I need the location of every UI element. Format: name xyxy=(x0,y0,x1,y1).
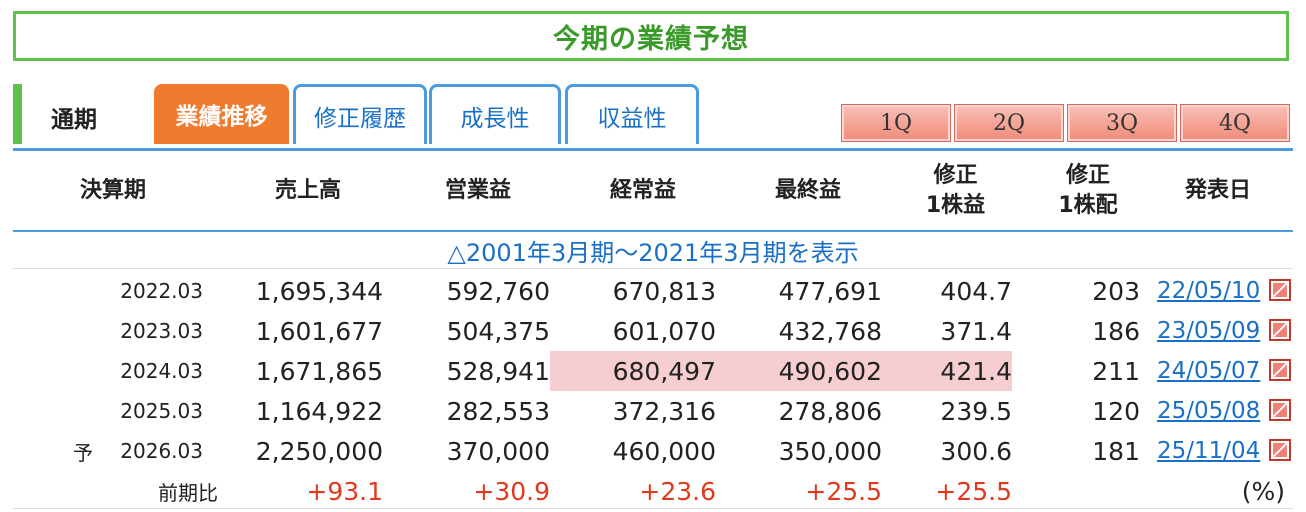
quarter-button-1q[interactable]: 1Q xyxy=(841,104,951,142)
cell-yoy-label: 前期比 xyxy=(158,480,218,505)
pdf-icon[interactable] xyxy=(1269,279,1291,301)
cell-net: 432,768 xyxy=(778,316,882,346)
cell-eps: 300.6 xyxy=(940,436,1012,466)
tab-revision-history[interactable]: 修正履歴 xyxy=(293,84,427,144)
cell-eps: 239.5 xyxy=(940,396,1012,426)
tab-performance-trend[interactable]: 業績推移 xyxy=(154,84,289,144)
table-row-yoy: 前期比 +93.1 +30.9 +23.6 +25.5 +25.5 (%) xyxy=(13,471,1293,511)
tab-growth[interactable]: 成長性 xyxy=(429,84,561,144)
cell-sales: 1,671,865 xyxy=(255,356,383,386)
cell-yoy-net: +25.5 xyxy=(805,476,882,506)
cell-ordinary: 372,316 xyxy=(612,396,716,426)
header-sales: 売上高 xyxy=(274,178,341,203)
announce-date-link[interactable]: 25/05/08 xyxy=(1157,391,1260,431)
tab-bar: 通期 業績推移 修正履歴 成長性 収益性 1Q 2Q 3Q 4Q xyxy=(13,84,1293,152)
tab-label-full-year: 通期 xyxy=(51,107,97,133)
cell-ordinary-highlighted: 680,497 xyxy=(550,351,716,391)
cell-dps: 203 xyxy=(1092,276,1140,306)
cell-ordinary: 670,813 xyxy=(612,276,716,306)
cell-ordinary: 601,070 xyxy=(612,316,716,346)
range-divider xyxy=(13,268,1293,269)
section-title: 今期の業績予想 xyxy=(553,23,749,55)
cell-period: 2026.03 xyxy=(120,439,203,463)
pdf-icon[interactable] xyxy=(1269,319,1291,341)
cell-sales: 1,164,922 xyxy=(255,396,383,426)
header-period: 決算期 xyxy=(79,178,146,203)
announce-date-link[interactable]: 23/05/09 xyxy=(1157,311,1260,351)
header-eps-line1: 修正 xyxy=(933,163,978,188)
pdf-icon[interactable] xyxy=(1269,399,1291,421)
cell-yoy-ordinary: +23.6 xyxy=(639,476,716,506)
cell-dps: 181 xyxy=(1092,436,1140,466)
cell-yoy-eps: +25.5 xyxy=(935,476,1012,506)
cell-period: 2024.03 xyxy=(120,359,203,383)
cell-period: 2022.03 xyxy=(120,279,203,303)
cell-operating: 592,760 xyxy=(446,276,550,306)
cell-net: 350,000 xyxy=(778,436,882,466)
quarter-button-3q[interactable]: 3Q xyxy=(1067,104,1177,142)
cell-operating: 504,375 xyxy=(446,316,550,346)
header-dps-line2: 1株配 xyxy=(1058,193,1118,218)
cell-period: 2025.03 xyxy=(120,399,203,423)
cell-eps-highlighted: 421.4 xyxy=(882,351,1012,391)
header-net: 最終益 xyxy=(774,178,841,203)
cell-dps: 211 xyxy=(1092,356,1140,386)
announce-date-link[interactable]: 24/05/07 xyxy=(1157,351,1260,391)
cell-net-highlighted: 490,602 xyxy=(716,351,882,391)
cell-dps: 120 xyxy=(1092,396,1140,426)
header-eps-line2: 1株益 xyxy=(925,193,986,218)
announce-date-link[interactable]: 25/11/04 xyxy=(1157,431,1260,471)
announce-date-link[interactable]: 22/05/10 xyxy=(1157,271,1260,311)
header-dps: 修正 1株配 xyxy=(1028,152,1148,230)
table-row: 2025.03 1,164,922 282,553 372,316 278,80… xyxy=(13,391,1293,431)
cell-net: 477,691 xyxy=(778,276,882,306)
cell-operating: 370,000 xyxy=(446,436,550,466)
table-row: 2022.03 1,695,344 592,760 670,813 477,69… xyxy=(13,271,1293,311)
quarter-button-4q[interactable]: 4Q xyxy=(1180,104,1290,142)
table-header: 決算期 売上高 営業益 経常益 最終益 修正 1株益 修正 1株配 発表日 xyxy=(13,152,1293,230)
cell-operating: 282,553 xyxy=(446,396,550,426)
cell-eps: 371.4 xyxy=(940,316,1012,346)
tab-profitability[interactable]: 収益性 xyxy=(565,84,699,144)
header-announce-date: 発表日 xyxy=(1184,178,1251,203)
pdf-icon[interactable] xyxy=(1269,439,1291,461)
cell-sales: 1,695,344 xyxy=(255,276,383,306)
header-ordinary: 経常益 xyxy=(609,178,676,203)
show-past-periods-link[interactable]: △2001年3月期〜2021年3月期を表示 xyxy=(13,232,1293,268)
quarter-button-2q[interactable]: 2Q xyxy=(954,104,1064,142)
tab-underline xyxy=(13,148,1293,151)
table-bottom-line xyxy=(13,508,1293,509)
table-row-highlighted: 2024.03 1,671,865 528,941 680,497 490,60… xyxy=(13,351,1293,391)
table-row: 2023.03 1,601,677 504,375 601,070 432,76… xyxy=(13,311,1293,351)
cell-sales: 2,250,000 xyxy=(255,436,383,466)
header-dps-line1: 修正 xyxy=(1065,163,1110,188)
cell-yoy-unit: (%) xyxy=(1241,476,1285,506)
cell-eps: 404.7 xyxy=(940,276,1012,306)
cell-dps: 186 xyxy=(1092,316,1140,346)
header-eps: 修正 1株益 xyxy=(898,152,1013,230)
cell-operating: 528,941 xyxy=(446,356,550,386)
header-operating: 営業益 xyxy=(444,178,511,203)
section-title-box: 今期の業績予想 xyxy=(13,11,1289,61)
pdf-icon[interactable] xyxy=(1269,359,1291,381)
cell-yoy-operating: +30.9 xyxy=(473,476,550,506)
cell-yoy-sales: +93.1 xyxy=(306,476,383,506)
cell-net: 278,806 xyxy=(778,396,882,426)
cell-sales: 1,601,677 xyxy=(255,316,383,346)
tab-accent-bar xyxy=(13,84,22,144)
cell-ordinary: 460,000 xyxy=(612,436,716,466)
cell-period: 2023.03 xyxy=(120,319,203,343)
table-row-forecast: 予 2026.03 2,250,000 370,000 460,000 350,… xyxy=(13,431,1293,471)
